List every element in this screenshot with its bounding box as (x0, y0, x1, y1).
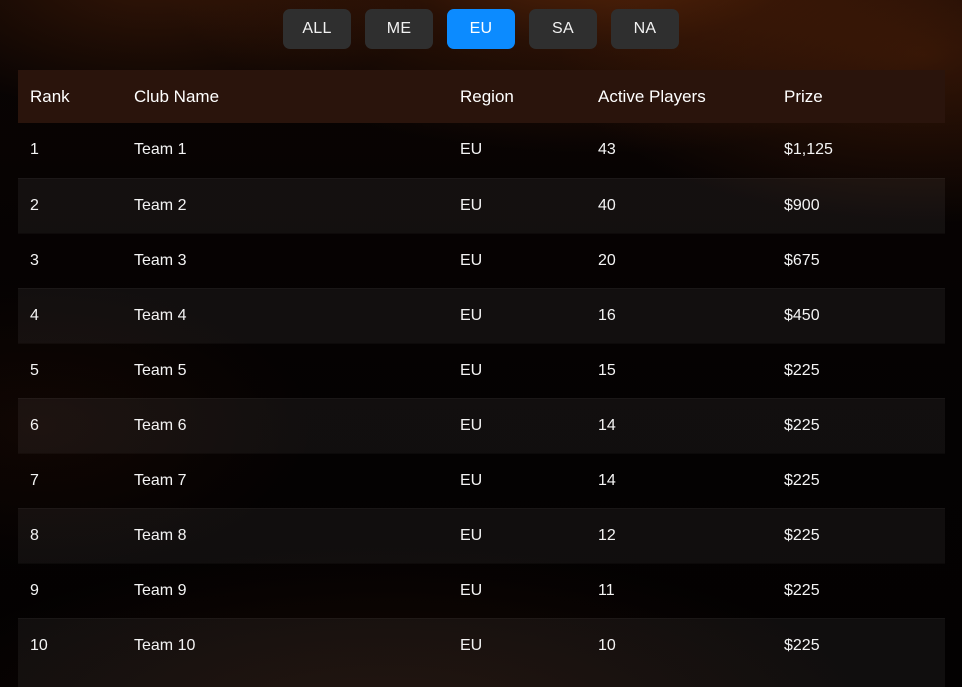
cell-club: Team 9 (122, 563, 448, 618)
cell-club: Team 1 (122, 123, 448, 178)
cell-region: EU (448, 453, 586, 508)
cell-region: EU (448, 233, 586, 288)
cell-prize: $225 (772, 343, 945, 398)
cell-prize: $225 (772, 453, 945, 508)
table-row[interactable]: 9 Team 9 EU 11 $225 (18, 563, 945, 618)
cell-players: 20 (586, 233, 772, 288)
cell-players: 14 (586, 398, 772, 453)
table-header-row: Rank Club Name Region Active Players Prize (18, 70, 945, 123)
cell-prize: $225 (772, 508, 945, 563)
filter-button-eu[interactable]: EU (447, 9, 515, 49)
cell-club: Team 5 (122, 343, 448, 398)
cell-club: Team 4 (122, 288, 448, 343)
column-header-rank[interactable]: Rank (18, 70, 122, 123)
cell-club: Team 10 (134, 636, 196, 654)
table-header: Rank Club Name Region Active Players Prize (18, 70, 945, 123)
cell-prize: $450 (772, 288, 945, 343)
cell-rank: 1 (18, 123, 122, 178)
column-header-players[interactable]: Active Players (586, 70, 772, 123)
cell-region: EU (448, 508, 586, 563)
cell-region: EU (448, 178, 586, 233)
cell-rank: 3 (18, 233, 122, 288)
cell-rank: 6 (18, 398, 122, 453)
cell-prize: $225 (772, 398, 945, 453)
table-row[interactable]: 10 Team 10 EU 10 $225 (18, 618, 945, 673)
cell-club: Team 8 (122, 508, 448, 563)
cell-players: 11 (586, 563, 772, 618)
cell-region: EU (448, 563, 586, 618)
cell-prize: $225 (772, 563, 945, 618)
column-header-club[interactable]: Club Name (122, 70, 448, 123)
table-row[interactable]: 4 Team 4 EU 16 $450 (18, 288, 945, 343)
filter-button-sa[interactable]: SA (529, 9, 597, 49)
cell-players: 16 (586, 288, 772, 343)
cell-prize: $225 (784, 636, 820, 654)
leaderboard-table-container: Rank Club Name Region Active Players Prize 1… (18, 70, 945, 687)
region-filter-bar: ALL ME EU SA NA (0, 0, 962, 52)
cell-rank: 8 (18, 508, 122, 563)
cell-players: 14 (586, 453, 772, 508)
cell-rank: 10 (30, 636, 48, 654)
table-row[interactable]: 5 Team 5 EU 15 $225 (18, 343, 945, 398)
filter-button-na[interactable]: NA (611, 9, 679, 49)
table-row[interactable]: 3 Team 3 EU 20 $675 (18, 233, 945, 288)
cell-club: Team 2 (122, 178, 448, 233)
cell-rank: 9 (18, 563, 122, 618)
cell-region: EU (448, 398, 586, 453)
cell-players: 12 (586, 508, 772, 563)
cell-region: EU (448, 288, 586, 343)
table-row[interactable]: 2 Team 2 EU 40 $900 (18, 178, 945, 233)
column-header-prize[interactable]: Prize (772, 70, 945, 123)
cell-region: EU (460, 636, 483, 654)
table-bottom-cap (18, 673, 945, 687)
cell-region: EU (448, 343, 586, 398)
cell-players: 15 (586, 343, 772, 398)
filter-button-all[interactable]: ALL (283, 9, 351, 49)
table-row[interactable]: 6 Team 6 EU 14 $225 (18, 398, 945, 453)
cell-players: 10 (598, 636, 616, 654)
leaderboard-page: ALL ME EU SA NA Rank Club Name Region Active Pl… (0, 0, 962, 687)
cell-prize: $1,125 (772, 123, 945, 178)
cell-players: 40 (586, 178, 772, 233)
cell-prize: $900 (772, 178, 945, 233)
cell-rank: 7 (18, 453, 122, 508)
cell-club: Team 7 (122, 453, 448, 508)
cell-rank: 4 (18, 288, 122, 343)
cell-prize: $675 (772, 233, 945, 288)
cell-rank: 2 (18, 178, 122, 233)
cell-club: Team 6 (122, 398, 448, 453)
cell-players: 43 (586, 123, 772, 178)
table-body: 1 Team 1 EU 43 $1,125 2 Team 2 EU 40 $900 3 Team 3E… (18, 123, 945, 673)
table-row[interactable]: 7 Team 7 EU 14 $225 (18, 453, 945, 508)
cell-region: EU (448, 123, 586, 178)
column-header-region[interactable]: Region (448, 70, 586, 123)
filter-button-me[interactable]: ME (365, 9, 433, 49)
table-row[interactable]: 8 Team 8 EU 12 $225 (18, 508, 945, 563)
cell-rank: 5 (18, 343, 122, 398)
cell-club: Team 3 (122, 233, 448, 288)
table-row[interactable]: 1 Team 1 EU 43 $1,125 (18, 123, 945, 178)
leaderboard-table: Rank Club Name Region Active Players Prize 1… (18, 70, 945, 673)
